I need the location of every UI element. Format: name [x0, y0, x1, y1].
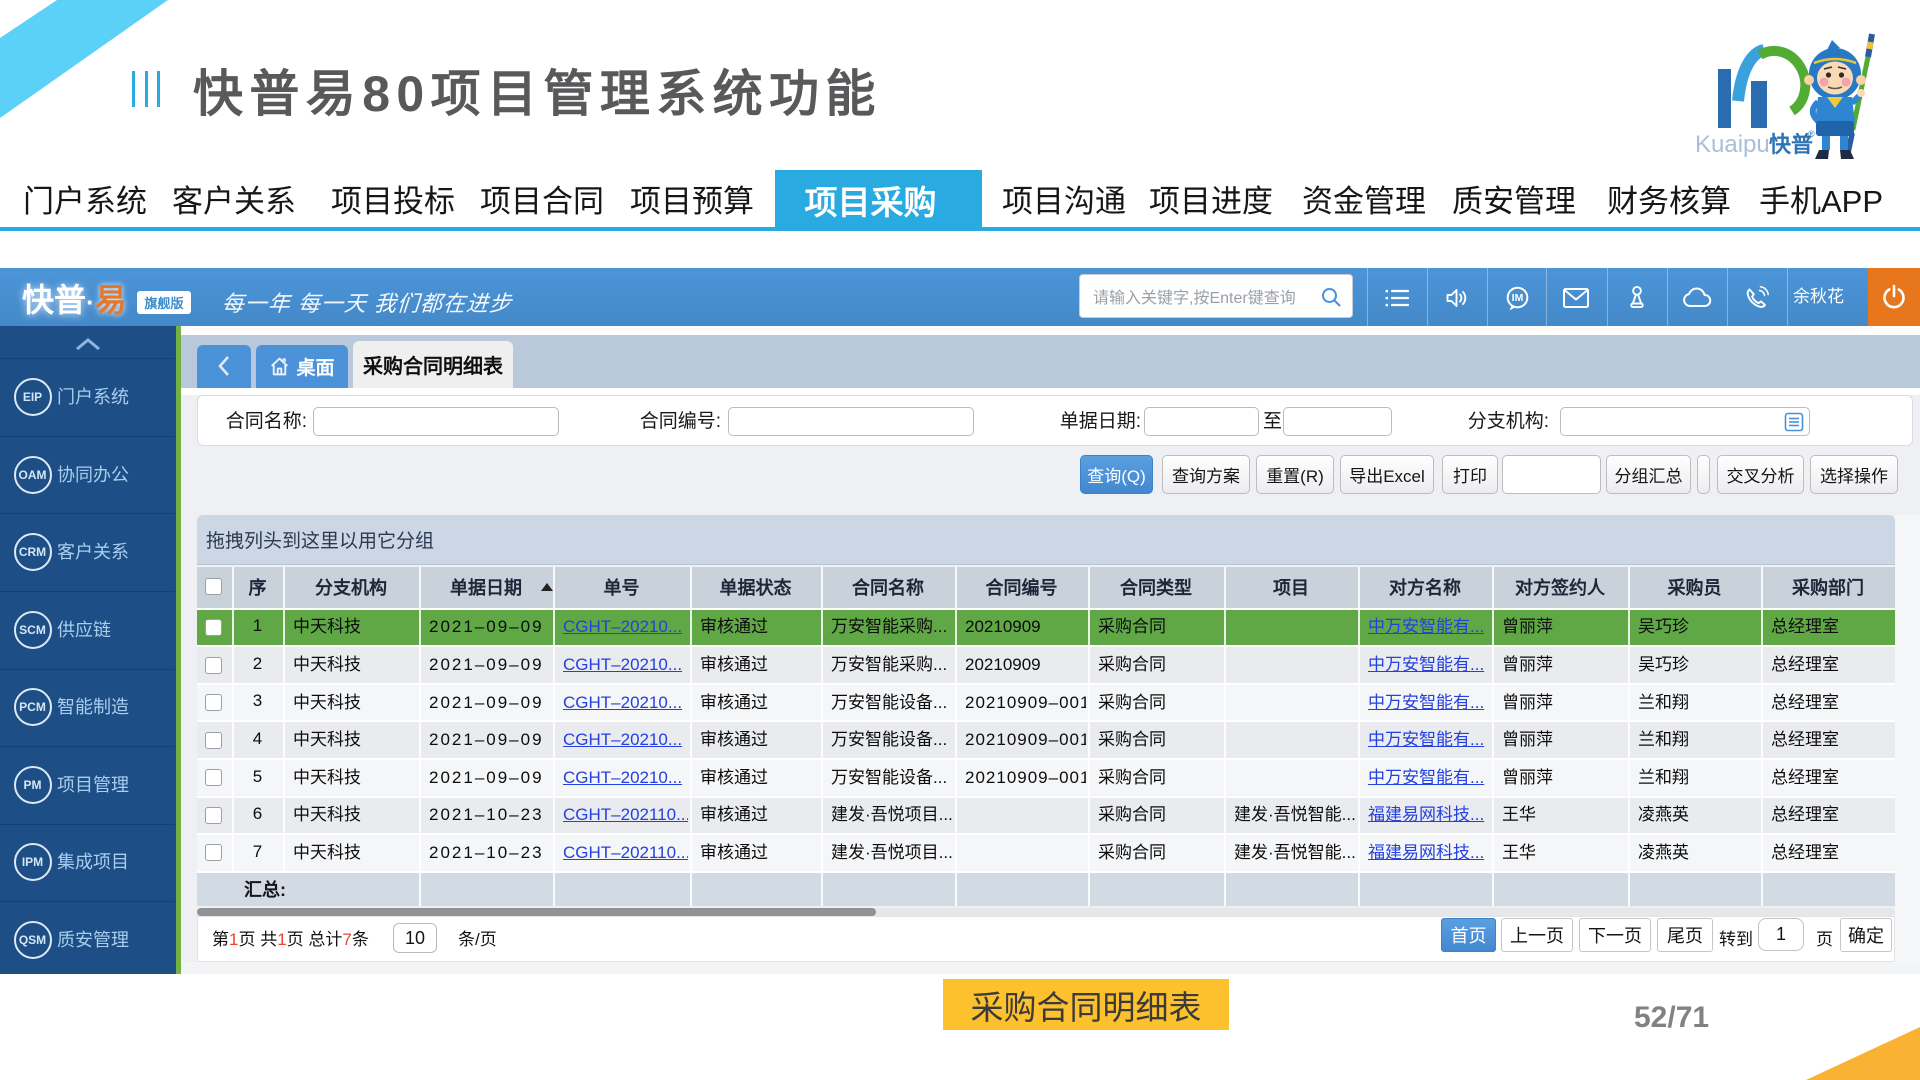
svg-text:®: ® [1808, 129, 1815, 139]
svg-text:快普: 快普 [1769, 132, 1813, 157]
svg-text:IM: IM [1511, 292, 1523, 304]
svg-text:Kuaipu: Kuaipu [1695, 131, 1770, 158]
